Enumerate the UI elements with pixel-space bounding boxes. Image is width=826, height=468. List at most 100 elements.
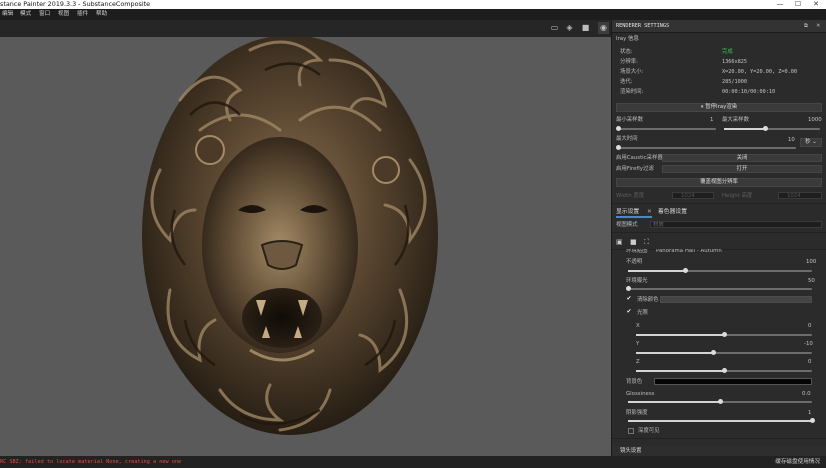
menu-view[interactable]: 视图 <box>58 9 69 20</box>
max-samples-slider[interactable] <box>724 126 820 131</box>
shadow-strength-label: 阴影强度 <box>626 410 648 416</box>
caustic-toggle[interactable]: 关闭 <box>662 154 822 162</box>
lights-label: 光照 <box>637 310 648 316</box>
view-mode-label: 视图模式 <box>616 222 638 228</box>
chevron-down-icon: ⌄ <box>810 139 817 145</box>
camera-video-icon[interactable]: ■ <box>580 22 591 34</box>
undock-icon[interactable]: ⧉ <box>804 22 808 30</box>
scene-size-label: 场景大小: <box>620 69 644 75</box>
resolution-label: 分辨率: <box>620 59 638 65</box>
cube-icon[interactable]: ◈ <box>564 22 575 34</box>
glossiness-label: Glossiness <box>626 391 655 397</box>
minimize-icon[interactable]: — <box>772 0 788 9</box>
override-resolution-button[interactable]: 覆盖视图分辨率 <box>616 178 822 187</box>
caustic-label: 启用Caustic采样器 <box>616 155 663 161</box>
lights-checkbox[interactable]: ✔ <box>626 309 632 315</box>
z-value: 0 <box>808 359 812 365</box>
z-label: Z <box>636 359 640 365</box>
camera-photo-icon[interactable]: ◉ <box>598 22 609 34</box>
width-field[interactable]: 1024 <box>672 192 714 199</box>
environment-value: Panorama Hall - Autumn <box>656 249 722 254</box>
bg-color-label: 背景色 <box>626 379 643 385</box>
exposure-label: 环境曝光 <box>626 278 648 284</box>
y-label: Y <box>636 341 640 347</box>
menu-window[interactable]: 窗口 <box>39 9 50 20</box>
video-camera-icon[interactable]: ■ <box>630 238 637 246</box>
iterations-value: 285/1000 <box>722 79 747 85</box>
max-samples-value: 1000 <box>808 117 822 123</box>
menu-mode[interactable]: 模式 <box>20 9 31 20</box>
close-icon[interactable]: ✕ <box>808 0 824 9</box>
min-samples-value: 1 <box>710 117 714 123</box>
render-time-value: 00:00:10/00:00:10 <box>722 89 776 95</box>
panel-close-icon[interactable]: ✕ <box>816 22 821 30</box>
environment-label: 环境贴图 <box>626 249 648 254</box>
z-slider[interactable] <box>636 368 812 373</box>
resolution-value: 1366x825 <box>722 59 747 65</box>
renderer-settings-panel: RENDERER SETTINGS ⧉ ✕ Iray 信息 状态: 完成 分辨率… <box>611 20 826 456</box>
panel-header: RENDERER SETTINGS ⧉ ✕ <box>612 20 826 33</box>
lion-head-render <box>142 35 438 435</box>
exposure-value: 50 <box>808 278 815 284</box>
y-slider[interactable] <box>636 350 812 355</box>
iterations-label: 迭代: <box>620 79 633 85</box>
opacity-slider[interactable] <box>628 268 812 273</box>
glossiness-value: 0.0 <box>802 391 811 397</box>
y-value: -10 <box>804 341 813 347</box>
blur-color-label: 清除颜色 <box>637 297 659 303</box>
x-slider[interactable] <box>636 332 812 337</box>
pause-iray-label: 暂停Iray渲染 <box>705 104 738 110</box>
pause-iray-button[interactable]: ⏸ 暂停Iray渲染 <box>616 103 822 112</box>
rect-select-icon[interactable]: ▭ <box>549 22 560 34</box>
maximize-icon[interactable]: ☐ <box>790 0 806 9</box>
glossiness-slider[interactable] <box>628 399 812 404</box>
firefly-label: 启用Firefly过滤 <box>616 166 654 172</box>
panel-title: RENDERER SETTINGS <box>616 23 670 29</box>
error-message: RC SBZ: failed to locate material None, … <box>0 459 182 465</box>
width-value: 1024 <box>681 193 695 199</box>
tab-close-icon[interactable]: ✕ <box>647 209 652 215</box>
scene-size-value: X=20.00, Y=20.00, Z=0.00 <box>722 69 797 75</box>
x-label: X <box>636 323 640 329</box>
max-time-slider[interactable] <box>615 145 796 150</box>
x-value: 0 <box>808 323 812 329</box>
blur-color-field[interactable] <box>660 296 812 303</box>
bg-color-swatch[interactable] <box>654 378 812 385</box>
viewport[interactable] <box>0 20 611 456</box>
min-samples-slider[interactable] <box>615 126 716 131</box>
title-bar: stance Painter 2019.3.3 - SubstanceCompo… <box>0 0 826 9</box>
divider <box>612 203 826 204</box>
firefly-toggle[interactable]: 打开 <box>662 165 822 173</box>
tab-display-settings-label: 显示设置 <box>616 209 640 215</box>
height-label: Height 高度 <box>722 193 753 199</box>
cache-usage-button[interactable]: 缓存磁盘使用情况 <box>775 456 820 468</box>
image-icon[interactable]: ▣ <box>616 238 623 246</box>
view-mode-field[interactable]: 材质 <box>650 221 822 228</box>
width-label: Width 宽度 <box>616 193 645 199</box>
window-title: stance Painter 2019.3.3 - SubstanceCompo… <box>0 0 151 8</box>
shadow-strength-slider[interactable] <box>628 418 815 423</box>
tab-display-settings[interactable]: 显示设置 ✕ <box>616 206 652 218</box>
divider <box>612 438 826 439</box>
exposure-slider[interactable] <box>625 286 812 291</box>
height-field[interactable]: 1024 <box>778 192 822 199</box>
shadow-visible-checkbox[interactable] <box>628 428 634 434</box>
camera-settings-header[interactable]: 镜头设置 <box>612 446 826 456</box>
time-unit-select[interactable]: 秒 ⌄ <box>800 138 822 147</box>
fullscreen-icon[interactable]: ⛶ <box>644 238 649 246</box>
camera-settings-label: 镜头设置 <box>620 448 642 454</box>
menu-help[interactable]: 帮助 <box>96 9 107 20</box>
tab-shader-settings[interactable]: 着色器设置 <box>658 206 687 218</box>
menu-edit[interactable]: 编辑 <box>2 9 13 20</box>
opacity-label: 不透明 <box>626 259 643 265</box>
render-time-label: 渲染时间: <box>620 89 644 95</box>
viewport-toolbar: ▭ ◈ ■ ◉ <box>0 20 611 37</box>
status-value: 完成 <box>722 49 733 55</box>
shadow-strength-value: 1 <box>808 410 812 416</box>
menu-plugins[interactable]: 插件 <box>77 9 88 20</box>
divider <box>612 232 826 233</box>
blur-color-checkbox[interactable]: ✔ <box>626 296 632 302</box>
max-time-value: 10 <box>788 137 795 143</box>
iray-info-heading: Iray 信息 <box>616 36 639 42</box>
height-value: 1024 <box>787 193 801 199</box>
